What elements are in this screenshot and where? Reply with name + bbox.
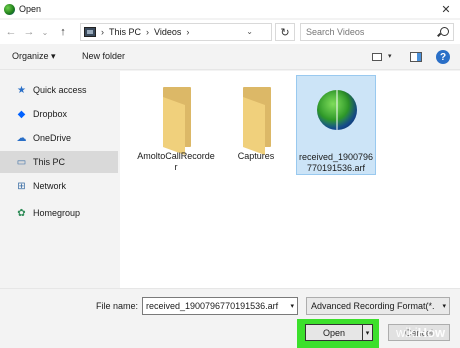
- sidebar-item-this-pc[interactable]: ▭ This PC: [0, 151, 118, 173]
- file-item-folder[interactable]: AmoltoCallRecorder: [136, 75, 216, 175]
- file-name: AmoltoCallRecorder: [137, 151, 215, 172]
- sidebar-item-label: OneDrive: [33, 133, 72, 143]
- chevron-right-icon[interactable]: ›: [186, 27, 189, 37]
- change-view-icon[interactable]: [372, 53, 382, 61]
- sidebar-item-network[interactable]: ⊞ Network: [0, 175, 118, 197]
- preview-pane-icon[interactable]: [410, 52, 422, 62]
- file-name: received_1900796770191536.arf: [298, 152, 374, 173]
- search-input[interactable]: Search Videos: [300, 23, 454, 41]
- file-list-view: AmoltoCallRecorder Captures received_190…: [120, 71, 460, 288]
- sidebar-item-quick-access[interactable]: ★ Quick access: [0, 79, 118, 101]
- file-type-select[interactable]: Advanced Recording Format(*. ▾: [306, 297, 450, 315]
- back-arrow-icon[interactable]: ←: [4, 24, 18, 40]
- refresh-icon: ↻: [280, 26, 290, 39]
- cloud-icon: ☁: [16, 132, 27, 144]
- title-bar: Open ✕: [0, 0, 460, 18]
- sidebar-item-homegroup[interactable]: ✿ Homegroup: [0, 202, 118, 224]
- sidebar-item-label: Quick access: [33, 85, 87, 95]
- star-icon: ★: [17, 84, 26, 96]
- address-row: ← → ⌄ ↑ › This PC › Videos › ⌄ ↻ Search …: [0, 20, 460, 44]
- breadcrumb-this-pc[interactable]: This PC: [109, 27, 141, 37]
- file-type-value: Advanced Recording Format(*.: [311, 301, 435, 311]
- command-toolbar: Organize ▾ New folder ▾ ?: [0, 44, 460, 70]
- recent-locations-icon[interactable]: ⌄: [38, 24, 52, 40]
- wikihow-watermark: wikiHow: [396, 325, 446, 340]
- file-name: Captures: [237, 151, 275, 161]
- file-name-label: File name:: [96, 301, 139, 311]
- help-icon[interactable]: ?: [436, 50, 450, 64]
- dropbox-icon: ◆: [17, 108, 26, 120]
- up-arrow-icon[interactable]: ↑: [56, 24, 70, 40]
- chevron-down-icon[interactable]: ▾: [290, 302, 294, 310]
- sidebar-item-label: Network: [33, 181, 67, 191]
- view-options-dropdown[interactable]: ▾: [388, 52, 392, 60]
- sidebar-item-onedrive[interactable]: ☁ OneDrive: [0, 127, 118, 149]
- homegroup-icon: ✿: [17, 207, 26, 219]
- folder-icon: [243, 87, 271, 156]
- chevron-right-icon: ›: [101, 27, 104, 37]
- app-icon: [4, 3, 15, 15]
- chevron-right-icon: ›: [146, 27, 150, 37]
- address-bar[interactable]: › This PC › Videos › ⌄: [80, 23, 272, 41]
- dialog-footer: File name: received_1900796770191536.arf…: [0, 288, 460, 348]
- chevron-down-icon[interactable]: ⌄: [246, 27, 253, 36]
- refresh-button[interactable]: ↻: [275, 23, 295, 41]
- search-placeholder: Search Videos: [306, 27, 365, 37]
- file-name-field[interactable]: received_1900796770191536.arf ▾: [142, 297, 298, 315]
- sidebar-item-label: Homegroup: [33, 208, 81, 218]
- network-icon: ⊞: [17, 180, 26, 192]
- window-title: Open: [19, 4, 42, 14]
- open-button[interactable]: Open: [305, 324, 363, 341]
- open-dropdown-button[interactable]: ▾: [362, 324, 373, 341]
- breadcrumb-videos[interactable]: Videos: [154, 27, 181, 37]
- chevron-down-icon: ▾: [442, 303, 446, 310]
- folder-icon: [163, 87, 191, 156]
- sidebar-item-label: Dropbox: [33, 109, 68, 119]
- sidebar-item-dropbox[interactable]: ◆ Dropbox: [0, 103, 118, 125]
- file-item-folder[interactable]: Captures: [216, 75, 296, 175]
- sidebar-item-label: This PC: [33, 157, 66, 167]
- file-item-media[interactable]: received_1900796770191536.arf: [296, 75, 376, 175]
- file-name-value: received_1900796770191536.arf: [146, 301, 279, 311]
- media-player-icon: [317, 90, 357, 130]
- navigation-pane: ★ Quick access ◆ Dropbox ☁ OneDrive ▭ Th…: [0, 71, 118, 288]
- monitor-icon: ▭: [16, 156, 27, 168]
- forward-arrow-icon[interactable]: →: [22, 24, 36, 40]
- new-folder-button[interactable]: New folder: [82, 51, 125, 61]
- organize-button[interactable]: Organize ▾: [12, 51, 56, 62]
- search-icon: [440, 27, 449, 36]
- video-library-icon: [84, 27, 96, 37]
- close-button[interactable]: ✕: [436, 0, 456, 18]
